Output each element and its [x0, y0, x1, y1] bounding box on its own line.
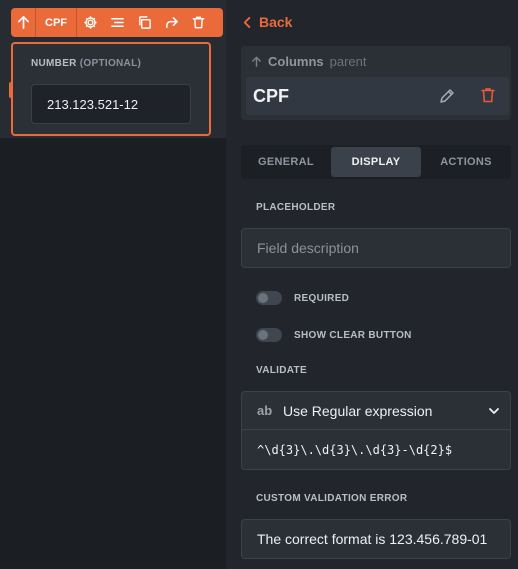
copy-icon — [139, 16, 151, 29]
field-label-text: NUMBER — [31, 58, 77, 69]
panel-tabs: GENERAL DISPLAY ACTIONS — [241, 145, 511, 179]
arrow-up-icon — [252, 56, 261, 67]
parent-link[interactable]: Columns parent — [251, 54, 367, 69]
share-icon — [166, 17, 178, 28]
delete-element-button[interactable] — [479, 86, 497, 104]
rename-button[interactable] — [438, 87, 456, 105]
placeholder-input[interactable]: Field description — [241, 228, 511, 268]
custom-error-label: CUSTOM VALIDATION ERROR — [256, 493, 408, 504]
text-format-icon: ab — [257, 403, 273, 418]
delete-field-button[interactable] — [185, 8, 212, 37]
toolbar-element-label: CPF — [45, 16, 67, 29]
pencil-icon — [440, 89, 454, 103]
element-title: CPF — [253, 86, 289, 106]
show-clear-label: SHOW CLEAR BUTTON — [294, 329, 412, 341]
trash-icon — [192, 16, 205, 29]
chevron-left-icon — [243, 16, 251, 28]
arrow-up-icon — [17, 16, 29, 29]
required-label: REQUIRED — [294, 292, 350, 304]
back-button[interactable]: Back — [242, 14, 292, 30]
move-button[interactable] — [158, 8, 185, 37]
field-label-optional: (OPTIONAL) — [79, 58, 142, 69]
show-clear-toggle[interactable] — [256, 328, 282, 342]
validate-selected: Use Regular expression — [283, 402, 433, 419]
validate-select[interactable]: ab Use Regular expression — [242, 392, 510, 430]
validate-label: VALIDATE — [256, 365, 307, 376]
element-header: Columns parent CPF — [241, 46, 511, 120]
toggle-knob — [258, 330, 268, 340]
number-input[interactable]: 213.123.521-12 — [31, 84, 191, 124]
properties-panel: Back Columns parent CPF GENERAL DISPLAY … — [226, 0, 518, 569]
required-toggle[interactable] — [256, 291, 282, 305]
align-icon — [111, 18, 124, 27]
toggle-knob — [258, 293, 268, 303]
placeholder-label: PLACEHOLDER — [256, 202, 336, 213]
custom-error-input[interactable]: The correct format is 123.456.789-01 — [241, 519, 511, 559]
duplicate-button[interactable] — [131, 8, 158, 37]
chevron-down-icon — [489, 408, 499, 414]
validate-box: ab Use Regular expression ^\d{3}\.\d{3}\… — [241, 391, 511, 470]
tab-actions[interactable]: ACTIONS — [421, 145, 511, 179]
regex-input[interactable]: ^\d{3}\.\d{3}\.\d{3}-\d{2}$ — [257, 430, 452, 470]
settings-button[interactable] — [77, 8, 104, 37]
trash-icon — [481, 88, 495, 103]
field-label: NUMBER (OPTIONAL) — [31, 58, 141, 69]
gear-icon — [84, 16, 97, 29]
align-button[interactable] — [104, 8, 131, 37]
tab-general[interactable]: GENERAL — [241, 145, 331, 179]
parent-suffix: parent — [329, 54, 367, 69]
field-toolbar: CPF — [11, 8, 223, 37]
select-parent-button[interactable] — [11, 8, 35, 37]
back-label: Back — [259, 14, 293, 30]
show-clear-toggle-row: SHOW CLEAR BUTTON — [256, 328, 412, 342]
element-title-bar: CPF — [246, 77, 509, 115]
tab-display[interactable]: DISPLAY — [331, 147, 421, 177]
required-toggle-row: REQUIRED — [256, 291, 349, 305]
form-canvas: CPF NUMBER (OPTIONAL) 213.123.521-12 — [0, 0, 226, 569]
field-card-number[interactable]: NUMBER (OPTIONAL) 213.123.521-12 — [11, 42, 211, 136]
parent-name: Columns — [268, 54, 324, 69]
